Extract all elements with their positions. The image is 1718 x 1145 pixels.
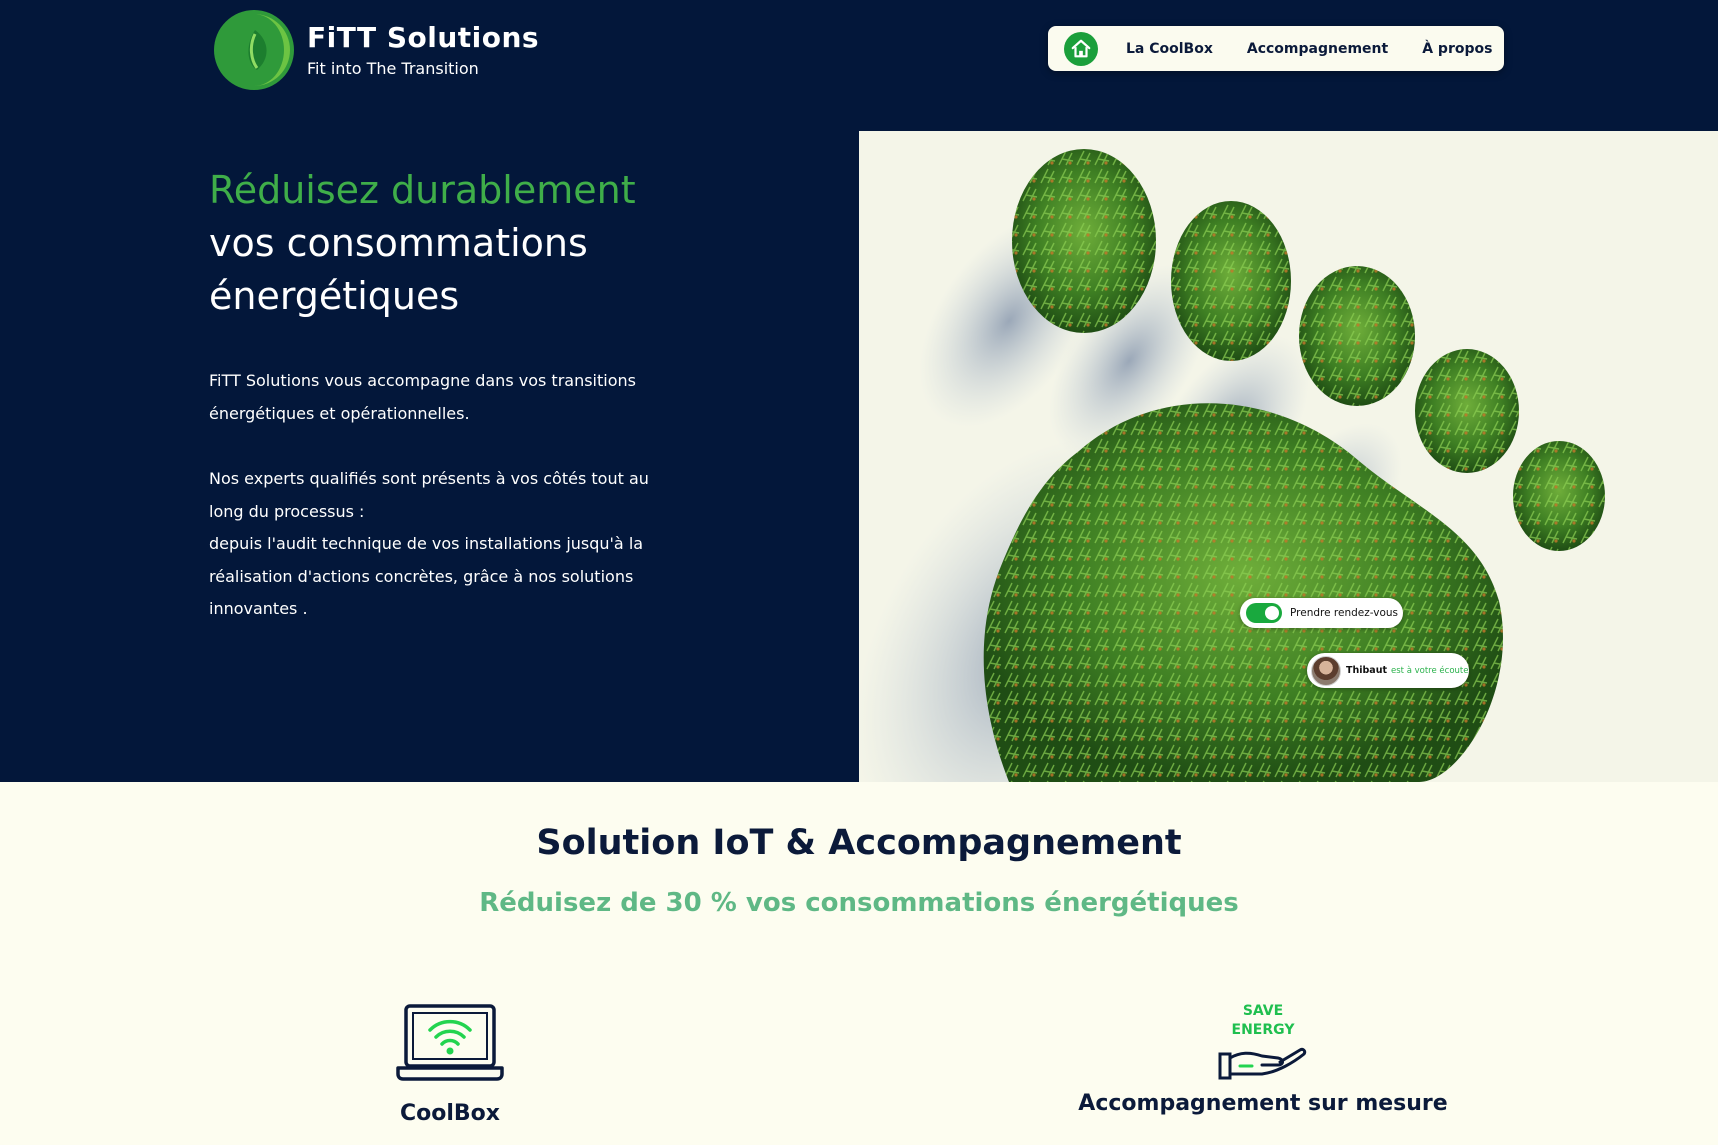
nav-link-accompagnement[interactable]: Accompagnement bbox=[1247, 41, 1388, 57]
appointment-label: Prendre rendez-vous bbox=[1290, 607, 1399, 619]
contact-chip[interactable]: Thibaut est à votre écoute bbox=[1307, 653, 1469, 688]
main-nav: La CoolBox Accompagnement À propos bbox=[1048, 26, 1504, 71]
appointment-toggle-chip[interactable]: Prendre rendez-vous bbox=[1240, 598, 1403, 628]
section-title: Solution IoT & Accompagnement bbox=[536, 823, 1182, 863]
hero-headline: Réduisez durablement vos consommations é… bbox=[209, 164, 636, 323]
feature-accompagnement[interactable]: SAVE ENERGY Accompagnement sur mesure bbox=[1063, 1002, 1463, 1118]
section-subtitle: Réduisez de 30 % vos consommations énerg… bbox=[479, 888, 1239, 918]
intro-paragraph-2-line-1: Nos experts qualifiés sont présents à vo… bbox=[209, 469, 649, 521]
save-energy-hand-icon: SAVE ENERGY bbox=[1218, 1002, 1308, 1084]
avatar bbox=[1311, 655, 1341, 686]
hero-intro: FiTT Solutions vous accompagne dans vos … bbox=[209, 365, 669, 626]
save-energy-badge-line-1: SAVE bbox=[1242, 1003, 1284, 1019]
home-icon bbox=[1071, 39, 1091, 57]
headline-green-line: Réduisez durablement bbox=[209, 168, 636, 212]
headline-line-2: vos consommations bbox=[209, 221, 588, 265]
intro-paragraph-1: FiTT Solutions vous accompagne dans vos … bbox=[209, 371, 636, 423]
save-energy-badge-line-2: ENERGY bbox=[1231, 1022, 1295, 1038]
nav-link-a-propos[interactable]: À propos bbox=[1422, 41, 1492, 57]
contact-name: Thibaut bbox=[1346, 665, 1388, 676]
intro-paragraph-2: Nos experts qualifiés sont présents à vo… bbox=[209, 463, 669, 626]
brand-tagline: Fit into The Transition bbox=[307, 59, 479, 78]
appointment-toggle-switch[interactable] bbox=[1246, 603, 1282, 623]
feature-coolbox-title: CoolBox bbox=[400, 1101, 500, 1126]
nav-home-button[interactable] bbox=[1064, 31, 1098, 66]
headline-line-3: énergétiques bbox=[209, 274, 460, 318]
laptop-wifi-icon bbox=[396, 1004, 504, 1081]
brand-text: FiTT Solutions Fit into The Transition bbox=[307, 21, 539, 79]
nav-link-coolbox[interactable]: La CoolBox bbox=[1126, 41, 1213, 57]
feature-coolbox[interactable]: CoolBox bbox=[350, 1004, 550, 1128]
hand-icon bbox=[1218, 1047, 1307, 1080]
hero-image-paw-plants bbox=[859, 131, 1718, 782]
paw-plants-illustration bbox=[859, 131, 1718, 782]
leaf-logo-icon bbox=[214, 10, 294, 90]
feature-accompagnement-title: Accompagnement sur mesure bbox=[1078, 1091, 1448, 1116]
intro-paragraph-2-line-2: depuis l'audit technique de vos installa… bbox=[209, 534, 644, 618]
brand-name: FiTT Solutions bbox=[307, 21, 540, 54]
contact-status: est à votre écoute bbox=[1391, 665, 1469, 676]
brand-logo[interactable]: FiTT Solutions Fit into The Transition bbox=[211, 8, 539, 92]
